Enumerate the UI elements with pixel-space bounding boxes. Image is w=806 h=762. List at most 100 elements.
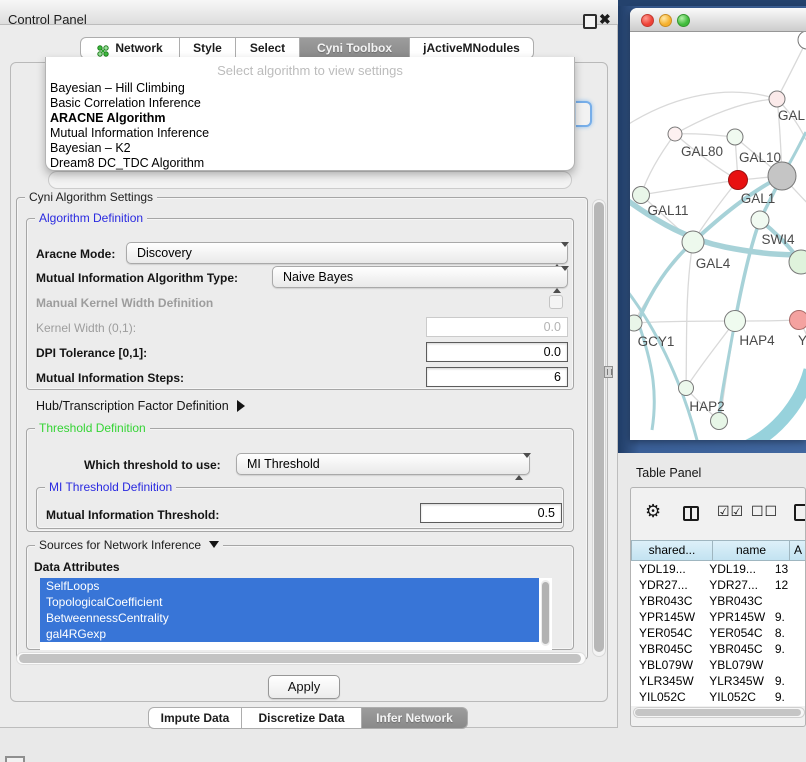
which-threshold-combo[interactable]: MI Threshold — [236, 453, 530, 475]
dropdown-item[interactable]: ARACNE Algorithm — [46, 111, 574, 126]
mi-algorithm-type-combo[interactable]: Naive Bayes — [272, 266, 568, 288]
column-header-name[interactable]: name — [713, 540, 790, 561]
dpi-tolerance-input[interactable] — [426, 342, 568, 362]
dropdown-item[interactable]: Dream8 DC_TDC Algorithm — [46, 156, 574, 171]
list-item[interactable]: SelfLoops — [40, 578, 539, 594]
node-hap4[interactable] — [725, 311, 746, 332]
table-panel: Table Panel ⚙ ☑☑ ☐☐ shared... name A YDL… — [618, 453, 806, 762]
select-all-checkboxes-icon[interactable]: ☑☑ — [717, 503, 744, 520]
settings-group-title: Cyni Algorithm Settings — [25, 190, 157, 204]
attributes-list-scrollbar-thumb[interactable] — [542, 582, 549, 644]
list-item[interactable]: BetweennessCentrality — [40, 610, 539, 626]
network-tab-icon — [97, 42, 110, 54]
tab-infer-network[interactable]: Infer Network — [362, 707, 468, 729]
panel-splitter-handle[interactable] — [604, 366, 613, 378]
mi-steps-label: Mutual Information Steps: — [36, 371, 184, 385]
hub-section-toggle[interactable]: Hub/Transcription Factor Definition — [36, 399, 245, 413]
node-gray[interactable] — [768, 162, 796, 190]
node-gal10[interactable] — [727, 129, 743, 145]
tab-select[interactable]: Select — [236, 37, 300, 59]
node-gal-partial[interactable] — [769, 91, 785, 107]
tab-discretize-data[interactable]: Discretize Data — [242, 707, 362, 729]
threshold-definition-title: Threshold Definition — [35, 421, 150, 435]
node-salmon[interactable] — [790, 311, 806, 330]
table-function-icon[interactable] — [794, 504, 806, 521]
close-traffic-light-icon[interactable] — [641, 14, 654, 27]
node-gal1[interactable] — [729, 171, 748, 190]
list-item[interactable]: TopologicalCoefficient — [40, 594, 539, 610]
node-gal11[interactable] — [633, 187, 650, 204]
dropdown-item[interactable]: Basic Correlation Inference — [46, 96, 574, 111]
mi-steps-input[interactable] — [426, 367, 568, 387]
table-row[interactable]: YIL052C YIL052C 9. — [631, 689, 806, 705]
tab-discretize-data-label: Discretize Data — [258, 707, 344, 729]
float-window-icon[interactable] — [583, 14, 597, 29]
mi-threshold-input[interactable] — [420, 503, 562, 523]
node-gal80[interactable] — [668, 127, 682, 141]
node-hap2[interactable] — [679, 381, 694, 396]
mi-algorithm-type-label: Mutual Information Algorithm Type: — [36, 271, 238, 285]
node-table: shared... name A YDL19... YDL19... 13 YD… — [631, 540, 806, 706]
tab-style[interactable]: Style — [180, 37, 236, 59]
tab-jactivemnodules[interactable]: jActiveMNodules — [410, 37, 534, 59]
network-node-labels: GAL GAL80 GAL10 GAL1 GAL11 SWI4 GAL4 GCY… — [638, 108, 806, 414]
manual-kernel-checkbox[interactable] — [549, 295, 563, 309]
focused-combo-end-fragment[interactable] — [576, 101, 592, 127]
tab-select-label: Select — [250, 37, 285, 59]
table-row[interactable]: YBR043C YBR043C — [631, 593, 806, 609]
node[interactable] — [711, 413, 728, 430]
node-label: GAL10 — [739, 150, 781, 165]
node-label: GAL1 — [741, 191, 776, 206]
tab-impute-data[interactable]: Impute Data — [148, 707, 242, 729]
column-layout-icon[interactable] — [683, 506, 699, 521]
gear-icon[interactable]: ⚙ — [645, 501, 661, 522]
node-gal4[interactable] — [682, 231, 704, 253]
tab-jactivemnodules-label: jActiveMNodules — [423, 37, 520, 59]
column-header-shared-name[interactable]: shared... — [631, 540, 713, 561]
node[interactable] — [798, 32, 806, 49]
tab-cyni-toolbox[interactable]: Cyni Toolbox — [300, 37, 410, 59]
network-canvas[interactable]: GAL GAL80 GAL10 GAL1 GAL11 SWI4 GAL4 GCY… — [630, 32, 806, 440]
dropdown-item[interactable]: Bayesian – K2 — [46, 141, 574, 156]
table-row[interactable]: YLR345W YLR345W 9. — [631, 673, 806, 689]
manual-kernel-label: Manual Kernel Width Definition — [36, 296, 213, 310]
table-row[interactable]: YER054C YER054C 8. — [631, 625, 806, 641]
combo-stepper-icon — [515, 458, 523, 471]
table-row[interactable]: YDR27... YDR27... 12 — [631, 577, 806, 593]
minimized-window-fragment[interactable] — [5, 756, 25, 762]
table-row[interactable]: YBR045C YBR045C 9. — [631, 641, 806, 657]
table-panel-title: Table Panel — [636, 466, 701, 480]
table-row[interactable]: YDL19... YDL19... 13 — [631, 561, 806, 577]
table-horizontal-scrollbar-thumb[interactable] — [635, 709, 801, 716]
column-header-partial[interactable]: A — [790, 540, 806, 561]
combo-stepper-icon — [553, 247, 561, 260]
deselect-all-checkboxes-icon[interactable]: ☐☐ — [751, 503, 778, 520]
minimize-traffic-light-icon[interactable] — [659, 14, 672, 27]
dropdown-item[interactable]: Bayesian – Hill Climbing — [46, 81, 574, 96]
tab-network[interactable]: Network — [80, 37, 180, 59]
network-window-titlebar[interactable] — [630, 8, 806, 32]
node-label: GAL80 — [681, 144, 723, 159]
dropdown-item[interactable]: Mutual Information Inference — [46, 126, 574, 141]
apply-button[interactable]: Apply — [268, 675, 340, 699]
settings-vertical-scrollbar-thumb[interactable] — [594, 202, 604, 652]
list-item[interactable]: gal4RGexp — [40, 626, 539, 642]
tab-network-label: Network — [115, 37, 162, 59]
settings-horizontal-scrollbar-thumb[interactable] — [19, 654, 581, 663]
kernel-width-label: Kernel Width (0,1): — [36, 321, 136, 335]
table-row[interactable]: YPR145W YPR145W 9. — [631, 609, 806, 625]
aracne-mode-combo[interactable]: Discovery — [126, 242, 568, 264]
table-row[interactable]: YBL079W YBL079W — [631, 657, 806, 673]
which-threshold-label: Which threshold to use: — [84, 458, 221, 472]
node-gcy1[interactable] — [630, 315, 642, 331]
tab-impute-data-label: Impute Data — [161, 707, 230, 729]
close-icon[interactable]: ✖ — [599, 11, 611, 28]
node-swi4[interactable] — [751, 211, 769, 229]
bottom-tabbar: Impute Data Discretize Data Infer Networ… — [148, 707, 468, 729]
node-label: SWI4 — [761, 232, 794, 247]
kernel-width-input[interactable] — [426, 317, 568, 337]
zoom-traffic-light-icon[interactable] — [677, 14, 690, 27]
sources-group-title[interactable]: Sources for Network Inference — [35, 538, 223, 552]
node-selection-combo-partial[interactable] — [48, 171, 572, 189]
algorithm-dropdown-placeholder: Select algorithm to view settings — [46, 57, 574, 81]
